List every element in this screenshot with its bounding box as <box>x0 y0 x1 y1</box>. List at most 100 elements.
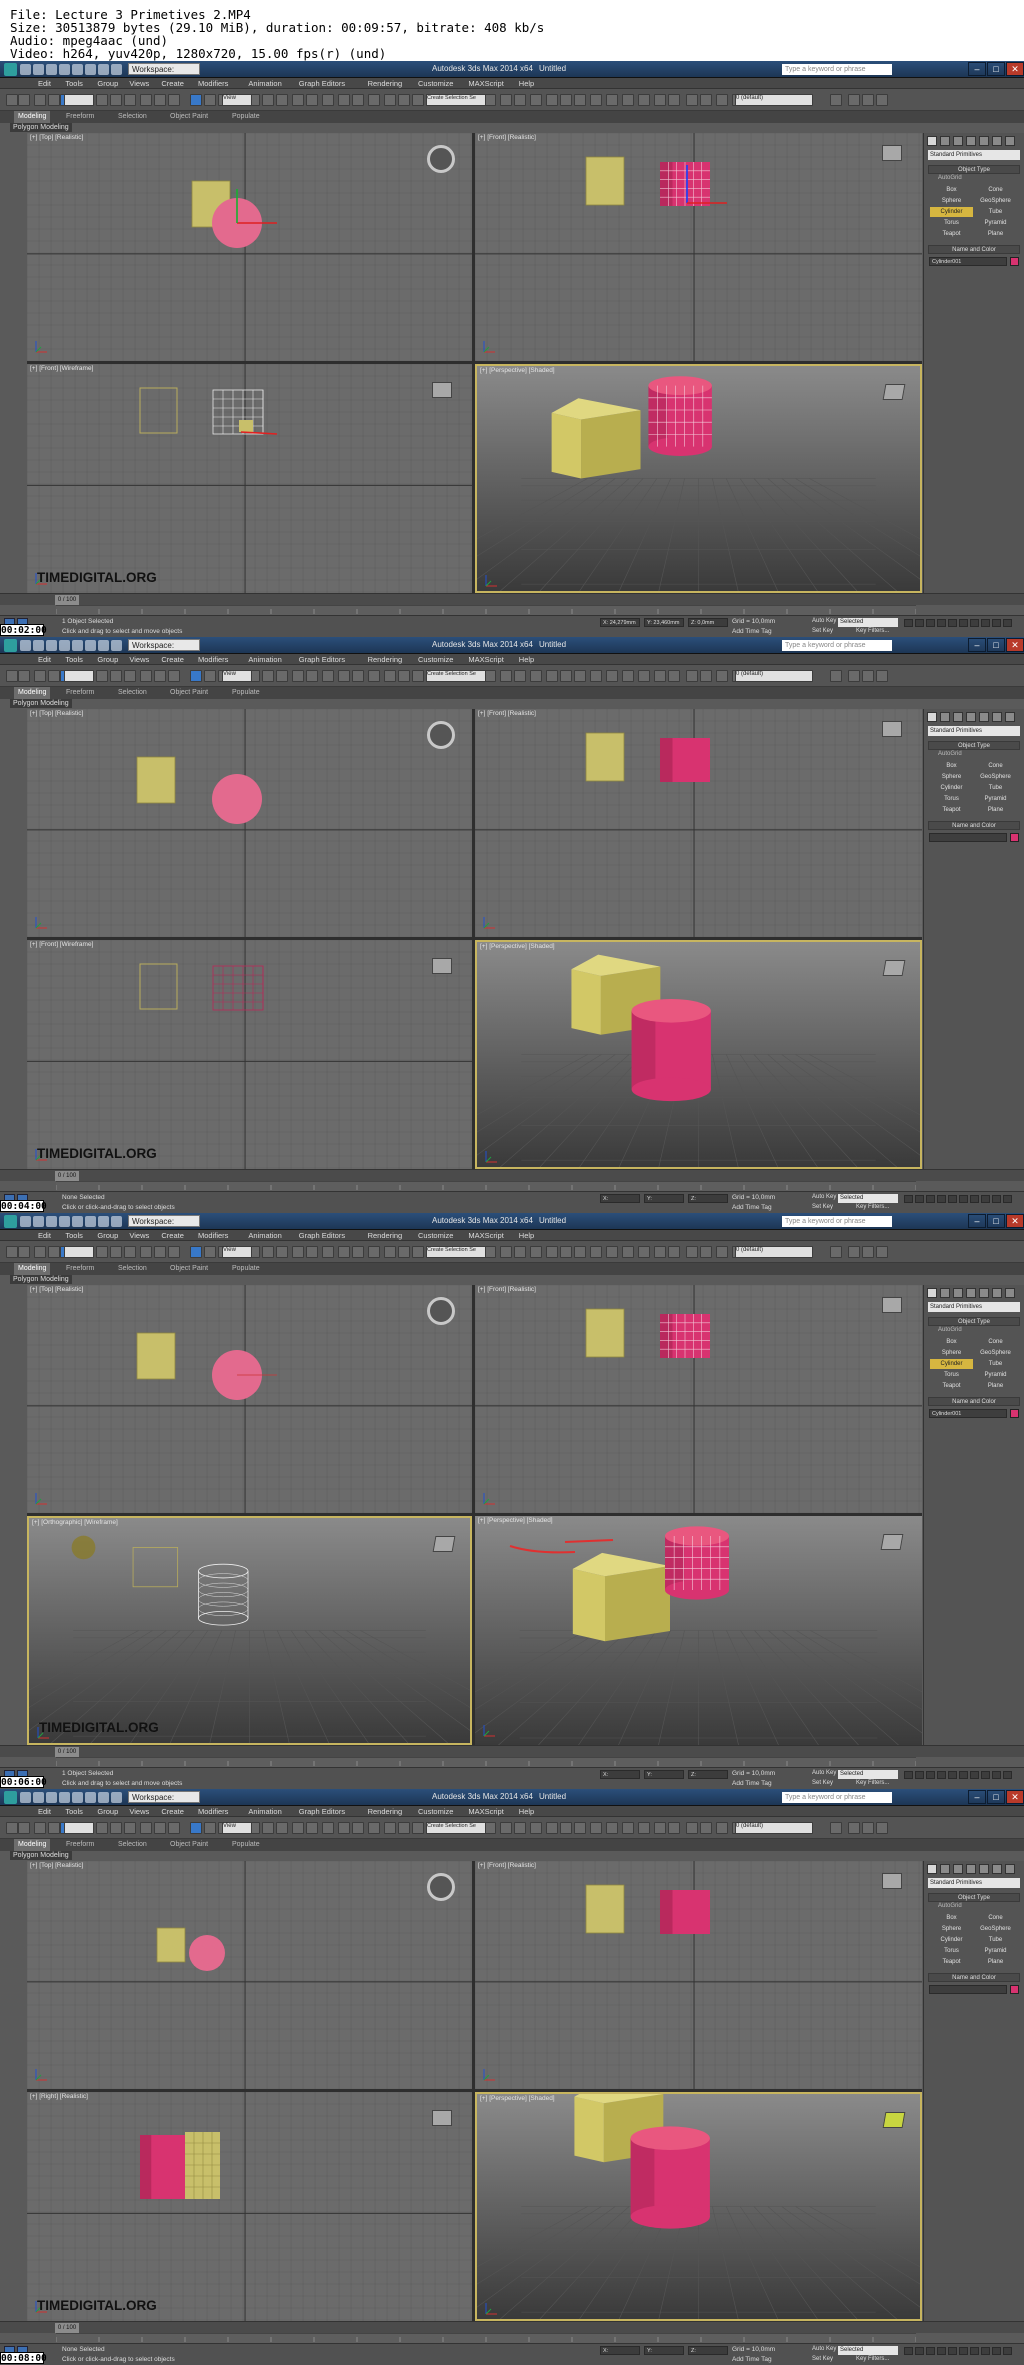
autogrid-checkbox[interactable]: AutoGrid <box>938 751 962 757</box>
name-and-color-rollout[interactable]: Name and Color <box>928 245 1020 254</box>
create-tab-icon[interactable] <box>927 712 937 722</box>
viewport[interactable]: [+] [Front] [Realistic] <box>475 1285 922 1513</box>
selection-filter-dropdown[interactable] <box>64 94 94 106</box>
viewport[interactable]: [+] [Top] [Realistic] <box>27 133 472 361</box>
quick-access-icon[interactable] <box>72 1792 83 1803</box>
menu-item[interactable]: Animation <box>248 1230 281 1241</box>
set-key-button[interactable]: Set Key <box>812 628 833 634</box>
toolbar-button-icon[interactable] <box>398 94 410 106</box>
quick-access-icon[interactable] <box>33 1792 44 1803</box>
toolbar-button-icon[interactable] <box>110 670 122 682</box>
time-slider-thumb[interactable]: 0 / 100 <box>55 1171 79 1181</box>
toolbar-button-icon[interactable] <box>190 670 202 682</box>
display-tab-icon[interactable] <box>979 1864 989 1874</box>
toolbar-button-icon[interactable] <box>848 670 860 682</box>
primitive-button[interactable]: GeoSphere <box>974 772 1017 782</box>
display-tab-icon[interactable] <box>979 1288 989 1298</box>
menu-item[interactable]: Animation <box>248 654 281 665</box>
menu-item[interactable]: Views <box>129 1230 149 1241</box>
playback-control-icon[interactable] <box>970 1195 979 1203</box>
quick-access-icon[interactable] <box>111 64 122 75</box>
menu-item[interactable]: Help <box>519 1230 534 1241</box>
playback-control-icon[interactable] <box>937 1771 946 1779</box>
viewport-label[interactable]: [+] [Top] [Realistic] <box>30 134 83 141</box>
viewport-label[interactable]: [+] [Perspective] [Shaded] <box>480 943 555 950</box>
toolbar-button-icon[interactable] <box>292 670 304 682</box>
primitive-button[interactable]: Teapot <box>930 229 973 239</box>
toolbar-button-icon[interactable] <box>500 94 512 106</box>
utilities-tab-icon[interactable] <box>992 1864 1002 1874</box>
viewport[interactable]: [+] [Front] [Wireframe] TIMEDIGITAL.ORG <box>27 940 472 1169</box>
toolbar-button-icon[interactable] <box>18 1246 30 1258</box>
playback-control-icon[interactable] <box>926 1771 935 1779</box>
hierarchy-tab-icon[interactable] <box>953 712 963 722</box>
menu-item[interactable]: Graph Editors <box>299 654 345 665</box>
toolbar-button-icon[interactable] <box>292 1246 304 1258</box>
toolbar-button-icon[interactable] <box>168 1246 180 1258</box>
toolbar-button-icon[interactable] <box>716 94 728 106</box>
toolbar-button-icon[interactable] <box>204 1822 216 1834</box>
toolbar-button-icon[interactable] <box>306 94 318 106</box>
toolbar-button-icon[interactable] <box>96 670 108 682</box>
playback-control-icon[interactable] <box>904 619 913 627</box>
toolbar-button-icon[interactable] <box>830 1822 842 1834</box>
playback-control-icon[interactable] <box>915 1195 924 1203</box>
toolbar-button-icon[interactable] <box>668 1822 680 1834</box>
toolbar-button-icon[interactable] <box>848 1246 860 1258</box>
named-selection-set-dropdown[interactable]: Create Selection Se <box>426 1822 486 1834</box>
toolbar-button-icon[interactable] <box>500 670 512 682</box>
extra-tab-icon[interactable] <box>1005 136 1015 146</box>
primitive-button[interactable]: Box <box>930 185 973 195</box>
playback-control-icon[interactable] <box>926 1195 935 1203</box>
viewport-label[interactable]: [+] [Front] [Wireframe] <box>30 941 93 948</box>
create-tab-icon[interactable] <box>927 136 937 146</box>
viewport-label[interactable]: [+] [Front] [Realistic] <box>478 1862 536 1869</box>
menu-item[interactable]: Customize <box>418 78 453 89</box>
ribbon-tab[interactable]: Populate <box>232 1263 260 1275</box>
viewport[interactable]: [+] [Front] [Wireframe] TIMEDIGITAL.ORG <box>27 364 472 593</box>
quick-access-icon[interactable] <box>85 640 96 651</box>
toolbar-button-icon[interactable] <box>352 1246 364 1258</box>
toolbar-button-icon[interactable] <box>574 1246 586 1258</box>
y-coordinate-field[interactable]: Y: 23,460mm <box>644 618 684 627</box>
primitive-button[interactable]: Teapot <box>930 1957 973 1967</box>
z-coordinate-field[interactable]: Z: <box>688 2346 728 2355</box>
menu-item[interactable]: Views <box>129 654 149 665</box>
toolbar-button-icon[interactable] <box>654 1822 666 1834</box>
selection-filter-dropdown[interactable] <box>64 1246 94 1258</box>
object-type-rollout[interactable]: Object Type <box>928 741 1020 750</box>
maximize-button[interactable]: □ <box>987 1790 1005 1804</box>
toolbar-button-icon[interactable] <box>384 1246 396 1258</box>
x-coordinate-field[interactable]: X: <box>600 2346 640 2355</box>
playback-control-icon[interactable] <box>937 619 946 627</box>
playback-control-icon[interactable] <box>948 1771 957 1779</box>
primitive-button[interactable]: Cone <box>974 761 1017 771</box>
toolbar-button-icon[interactable] <box>204 670 216 682</box>
toolbar-button-icon[interactable] <box>96 94 108 106</box>
ribbon-tab[interactable]: Selection <box>118 687 147 699</box>
object-type-rollout[interactable]: Object Type <box>928 1317 1020 1326</box>
toolbar-button-icon[interactable] <box>606 670 618 682</box>
toolbar-button-icon[interactable] <box>514 1246 526 1258</box>
quick-access-icon[interactable] <box>20 1216 31 1227</box>
menu-item[interactable]: Rendering <box>368 78 403 89</box>
track-bar[interactable] <box>55 605 917 615</box>
toolbar-button-icon[interactable] <box>590 94 602 106</box>
primitive-button[interactable]: Plane <box>974 229 1017 239</box>
playback-control-icon[interactable] <box>992 1771 1001 1779</box>
add-time-tag[interactable]: Add Time Tag <box>732 1780 772 1787</box>
primitive-button[interactable]: Sphere <box>930 1924 973 1934</box>
quick-access-icon[interactable] <box>20 64 31 75</box>
playback-control-icon[interactable] <box>937 1195 946 1203</box>
auto-key-button[interactable]: Auto Key <box>812 618 836 624</box>
layer-dropdown[interactable]: 0 (default) <box>735 1246 813 1258</box>
layer-dropdown[interactable]: 0 (default) <box>735 94 813 106</box>
menu-item[interactable]: Group <box>97 78 118 89</box>
toolbar-button-icon[interactable] <box>34 670 46 682</box>
ribbon-tab[interactable]: Object Paint <box>170 687 208 699</box>
toolbar-button-icon[interactable] <box>530 1246 542 1258</box>
toolbar-button-icon[interactable] <box>700 1822 712 1834</box>
set-key-button[interactable]: Set Key <box>812 2356 833 2362</box>
toolbar-button-icon[interactable] <box>876 670 888 682</box>
playback-control-icon[interactable] <box>981 619 990 627</box>
